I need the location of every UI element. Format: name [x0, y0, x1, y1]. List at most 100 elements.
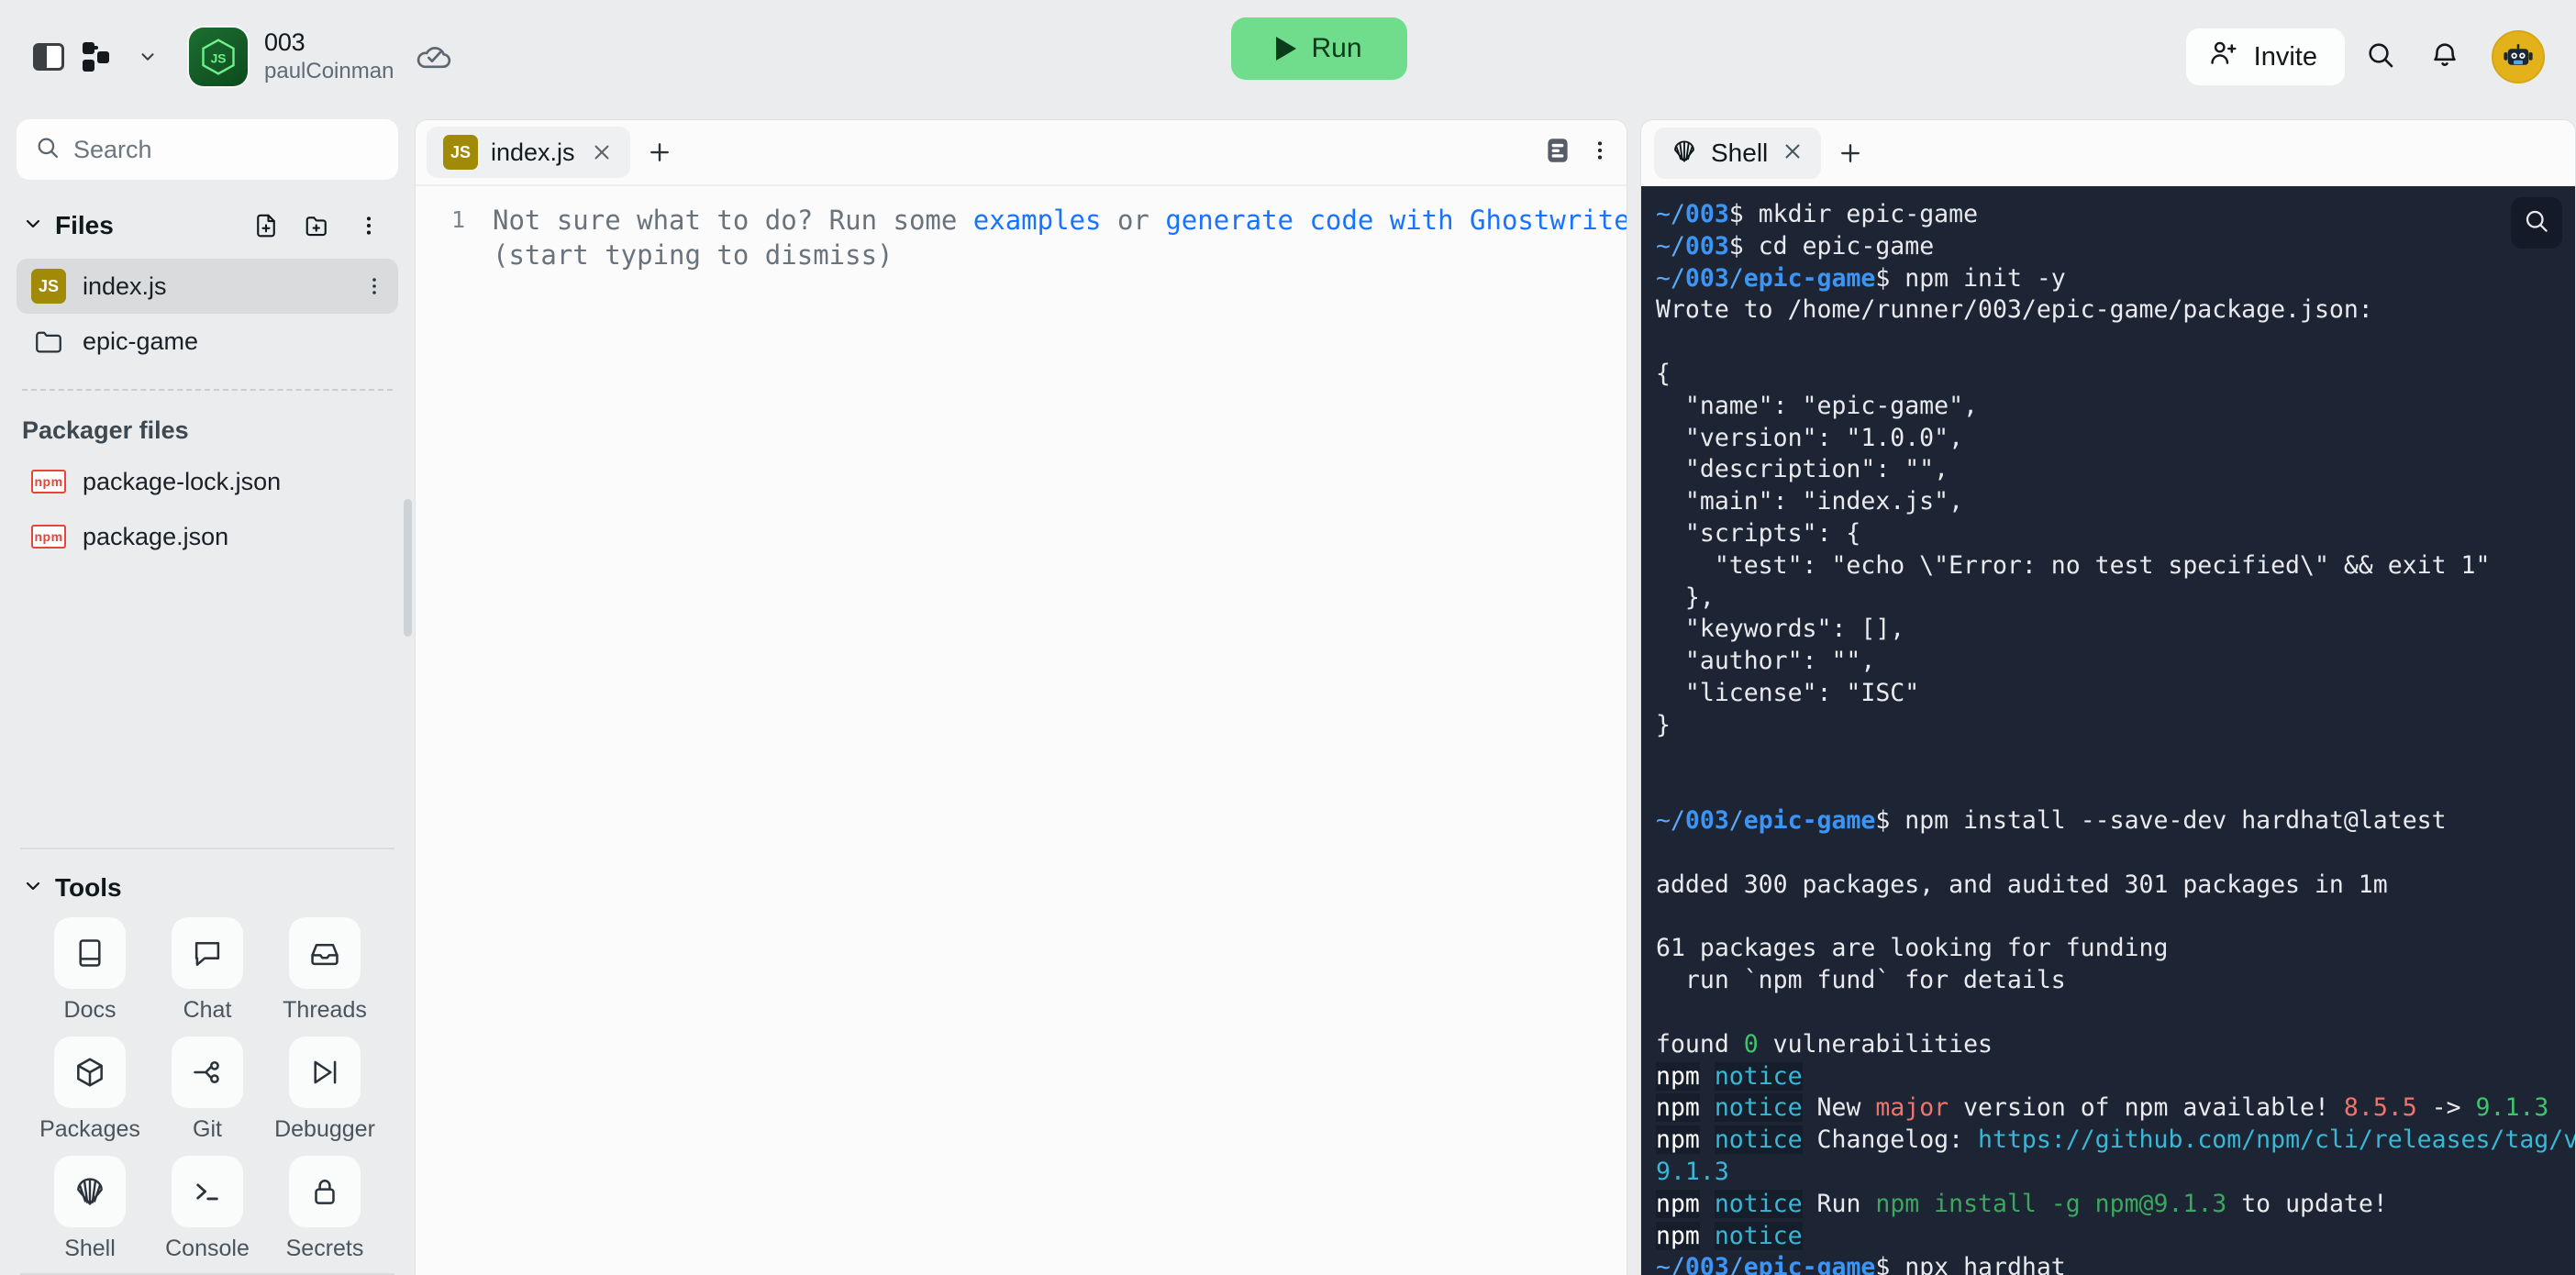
placeholder-text-part-2: or — [1101, 205, 1166, 236]
folder-icon — [31, 326, 66, 357]
global-search-button[interactable] — [2352, 28, 2409, 85]
tool-threads[interactable]: Threads — [266, 917, 383, 1031]
robot-avatar-icon — [2504, 44, 2533, 65]
editor-layout-button[interactable] — [1542, 135, 1573, 171]
tool-label: Git — [193, 1116, 222, 1142]
file-name: epic-game — [83, 327, 199, 355]
file-item-package-json[interactable]: npm package.json — [17, 509, 398, 564]
pane-list-icon — [1548, 138, 1568, 162]
terminal-line: added 300 packages, and audited 301 pack… — [1656, 870, 2388, 899]
tool-git[interactable]: Git — [149, 1037, 266, 1150]
invite-button-label: Invite — [2253, 41, 2317, 72]
terminal-line: 61 packages are looking for funding — [1656, 934, 2169, 963]
tool-packages[interactable]: Packages — [31, 1037, 149, 1150]
git-branch-icon — [172, 1037, 243, 1108]
play-icon — [1276, 37, 1297, 61]
terminal-lines: ~/003$ mkdir epic-game ~/003$ cd epic-gam… — [1656, 199, 2575, 1275]
svg-text:JS: JS — [211, 51, 227, 65]
sidebar-scrollbar[interactable] — [404, 499, 412, 637]
project-meta[interactable]: 003 paulCoinman — [264, 29, 394, 83]
terminal-line: "author": "", — [1656, 647, 1876, 676]
terminal-line: ~/003$ cd epic-game — [1656, 231, 1935, 261]
line-number-gutter: 1 — [416, 203, 474, 1275]
shell-tab[interactable]: Shell — [1654, 128, 1822, 179]
notifications-button[interactable] — [2416, 28, 2473, 85]
search-input[interactable] — [73, 135, 380, 164]
line-number: 1 — [450, 206, 465, 233]
terminal-line: "version": "1.0.0", — [1656, 423, 1964, 452]
cloud-sync-status-icon[interactable] — [414, 38, 452, 76]
ghostwriter-link[interactable]: generate code with Ghostwriter — [1165, 205, 1627, 236]
new-shell-tab-button[interactable] — [1827, 129, 1874, 177]
examples-link[interactable]: examples — [973, 205, 1102, 236]
shell-icon — [1671, 138, 1698, 170]
tool-docs[interactable]: Docs — [31, 917, 149, 1031]
file-name: package.json — [83, 522, 229, 550]
file-more-button[interactable] — [358, 266, 391, 306]
terminal-line: "keywords": [], — [1656, 615, 1905, 644]
user-avatar[interactable] — [2492, 30, 2545, 83]
terminal-line: found 0 vulnerabilities — [1656, 1029, 1993, 1059]
top-bar-left: JS 003 paulCoinman — [24, 28, 452, 86]
sidebar-search[interactable] — [17, 119, 398, 180]
panel-toggle-icon — [33, 43, 64, 71]
branch-dropdown-button[interactable] — [123, 32, 172, 82]
search-icon — [35, 135, 61, 165]
files-more-button[interactable] — [349, 205, 389, 246]
tool-shell[interactable]: Shell — [31, 1156, 149, 1269]
chevron-down-icon[interactable] — [22, 213, 44, 239]
file-name: index.js — [83, 272, 167, 300]
npm-icon: npm — [31, 470, 66, 493]
chat-bubble-icon — [172, 917, 243, 989]
tool-label: Docs — [63, 997, 117, 1023]
run-button[interactable]: Run — [1231, 17, 1407, 80]
invite-button[interactable]: Invite — [2185, 28, 2345, 85]
chevron-down-icon[interactable] — [22, 875, 44, 902]
terminal-line: "name": "epic-game", — [1656, 391, 1978, 420]
terminal-line: "test": "echo \"Error: no test specified… — [1656, 550, 2491, 580]
code-content[interactable]: Not sure what to do? Run some examples o… — [474, 203, 1627, 1275]
tool-debugger[interactable]: Debugger — [266, 1037, 383, 1150]
packager-section-title: Packager files — [22, 416, 189, 444]
search-icon — [2523, 207, 2550, 239]
terminal-search-button[interactable] — [2511, 197, 2562, 249]
editor-tab-index-js[interactable]: JS index.js — [427, 127, 630, 178]
editor-pane: JS index.js 1 Not sure what to do? Run s… — [415, 119, 1627, 1275]
tool-console[interactable]: Console — [149, 1156, 266, 1269]
tools-section-header: Tools — [17, 849, 398, 910]
close-icon[interactable] — [1781, 139, 1804, 168]
tools-section-title: Tools — [55, 873, 122, 902]
terminal-prompt-icon — [172, 1156, 243, 1227]
tools-grid: Docs Chat Threads Packages Git Debugger … — [17, 910, 398, 1269]
terminal-line: npm notice — [1656, 1061, 1803, 1091]
terminal-line: run `npm fund` for details — [1656, 966, 2066, 995]
terminal-line: npm notice — [1656, 1221, 1803, 1250]
sidebar-toggle-button[interactable] — [24, 32, 73, 82]
terminal-line: }, — [1656, 582, 1715, 612]
editor-more-button[interactable] — [1588, 137, 1612, 169]
file-item-epic-game[interactable]: epic-game — [17, 314, 398, 369]
new-file-button[interactable] — [246, 205, 286, 246]
terminal-line: { — [1656, 359, 1671, 388]
tool-chat[interactable]: Chat — [149, 917, 266, 1031]
branch-button[interactable] — [73, 32, 123, 82]
editor-tab-label: index.js — [491, 138, 575, 166]
terminal-output[interactable]: ~/003$ mkdir epic-game ~/003$ cd epic-gam… — [1641, 186, 2575, 1275]
tool-label: Packages — [39, 1116, 140, 1142]
close-icon[interactable] — [588, 139, 616, 166]
new-tab-button[interactable] — [636, 128, 683, 176]
file-item-index-js[interactable]: JS index.js — [17, 259, 398, 314]
file-item-package-lock-json[interactable]: npm package-lock.json — [17, 454, 398, 509]
code-editor[interactable]: 1 Not sure what to do? Run some examples… — [416, 186, 1627, 1275]
step-forward-icon — [289, 1037, 361, 1108]
new-folder-button[interactable] — [297, 205, 338, 246]
nodejs-js-icon: JS — [202, 39, 235, 75]
tools-panel: Tools Docs Chat Threads Packages Git Deb… — [17, 848, 398, 1275]
editor-tab-bar: JS index.js — [416, 120, 1627, 186]
tool-label: Shell — [64, 1236, 116, 1261]
tool-secrets[interactable]: Secrets — [266, 1156, 383, 1269]
search-icon — [2365, 39, 2396, 75]
terminal-line: ~/003$ mkdir epic-game — [1656, 200, 1979, 228]
